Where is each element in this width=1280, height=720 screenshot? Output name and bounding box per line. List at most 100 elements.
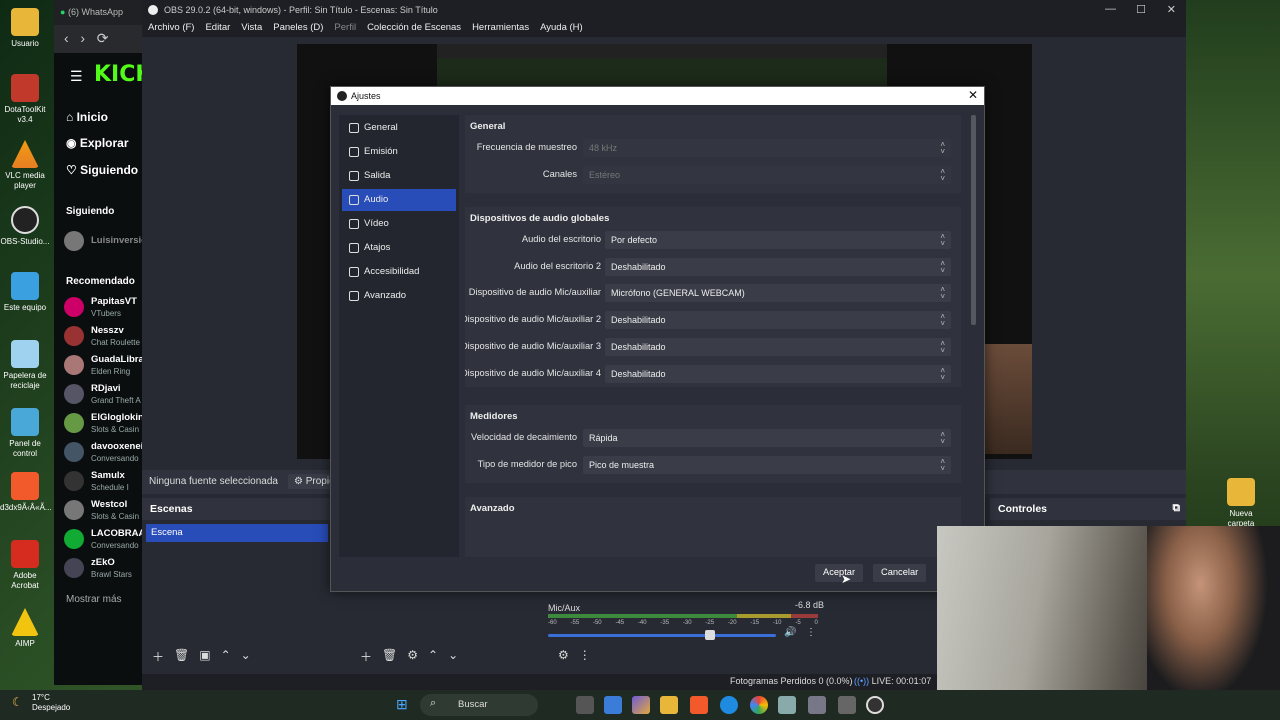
source-settings-icon[interactable]: ⚙	[407, 648, 418, 665]
cancel-button[interactable]: Cancelar	[873, 564, 927, 582]
desktop-icon-aimp[interactable]: AIMP	[0, 608, 50, 649]
obs-taskbar-icon[interactable]	[866, 696, 884, 714]
taskbar-search[interactable]: ⌕ Buscar	[420, 694, 538, 716]
menu-edit[interactable]: Editar	[205, 20, 230, 37]
add-scene-icon[interactable]: ＋	[152, 648, 164, 665]
settings-scrollbar[interactable]	[971, 115, 976, 325]
move-down-icon[interactable]: ⌄	[241, 648, 251, 665]
scene-item[interactable]: Escena	[146, 524, 328, 542]
browser-tab[interactable]: ● (6) WhatsApp	[54, 0, 146, 25]
recommended-channel[interactable]: PapitasVT VTubers	[64, 294, 146, 322]
settings-nav-emisión[interactable]: Emisión	[342, 141, 456, 163]
camera-icon[interactable]	[778, 696, 796, 714]
menu-profile[interactable]: Perfil	[334, 20, 356, 37]
decay-row: Velocidad de decaimiento	[471, 432, 577, 442]
recommended-channel[interactable]: Nesszv Chat Roulette	[64, 323, 146, 351]
chrome-icon[interactable]	[750, 696, 768, 714]
accept-button[interactable]: Aceptar	[815, 564, 864, 582]
move-up-icon[interactable]: ⌃	[428, 648, 438, 665]
move-down-icon[interactable]: ⌄	[448, 648, 458, 665]
recommended-channel[interactable]: RDjavi Grand Theft A	[64, 381, 146, 409]
brave-icon[interactable]	[690, 696, 708, 714]
volume-slider-track[interactable]	[548, 634, 776, 637]
desktop-icon-control-panel[interactable]: Panel de control	[0, 408, 50, 459]
desktop-icon-this-pc[interactable]: Este equipo	[0, 272, 50, 313]
menu-view[interactable]: Vista	[241, 20, 262, 37]
settings-nav-accesibilidad[interactable]: Accesibilidad	[342, 261, 456, 283]
recommended-channel[interactable]: Samulx Schedule I	[64, 468, 146, 496]
file-explorer-icon[interactable]	[660, 696, 678, 714]
copilot-icon[interactable]	[632, 696, 650, 714]
show-more-link[interactable]: Mostrar más	[66, 594, 122, 605]
remove-scene-icon[interactable]: 🗑	[174, 648, 189, 665]
menu-help[interactable]: Ayuda (H)	[540, 20, 583, 37]
remove-source-icon[interactable]: 🗑	[382, 648, 397, 665]
menu-tools[interactable]: Herramientas	[472, 20, 529, 37]
menu-file[interactable]: Archivo (F)	[148, 20, 194, 37]
settings-nav-atajos[interactable]: Atajos	[342, 237, 456, 259]
app-icon[interactable]	[838, 696, 856, 714]
audio-device-select[interactable]: Deshabilitado ˄ ˅	[605, 337, 951, 356]
settings-nav-salida[interactable]: Salida	[342, 165, 456, 187]
settings-nav-vídeo[interactable]: Vídeo	[342, 213, 456, 235]
maximize-icon[interactable]: ☐	[1136, 3, 1146, 16]
weather-widget[interactable]: ☾ 17°C Despejado	[12, 693, 70, 713]
channels-select[interactable]: Estéreo ˄ ˅	[583, 166, 951, 184]
add-source-icon[interactable]: ＋	[360, 648, 372, 665]
menu-docks[interactable]: Paneles (D)	[273, 20, 323, 37]
reload-icon[interactable]: ⟳	[97, 30, 109, 46]
browser-navbar: ‹ › ⟳	[54, 25, 146, 53]
desktop-icon-dotatoolkit[interactable]: DotaToolKit v3.4	[0, 74, 50, 125]
nav-home[interactable]: ⌂ Inicio	[66, 110, 108, 124]
live-indicator: ((•)) LIVE: 00:01:07	[854, 676, 932, 686]
minimize-icon[interactable]: —	[1105, 3, 1116, 15]
desktop-icon-acrobat[interactable]: Adobe Acrobat	[0, 540, 50, 591]
desktop-icon-recycle-bin[interactable]: Papelera de reciclaje	[0, 340, 50, 391]
peak-meter-select[interactable]: Pico de muestra ˄ ˅	[583, 456, 951, 474]
hamburger-menu-icon[interactable]: ☰	[70, 68, 83, 85]
settings-nav-general[interactable]: General	[342, 117, 456, 139]
audio-device-select[interactable]: Deshabilitado ˄ ˅	[605, 257, 951, 276]
dock-float-icon[interactable]: ⧉	[1173, 502, 1181, 515]
steam-icon[interactable]	[808, 696, 826, 714]
store-icon[interactable]	[604, 696, 622, 714]
recommended-channel[interactable]: zEkO Brawl Stars	[64, 555, 146, 583]
mixer-menu-icon[interactable]: ⋮	[579, 648, 591, 662]
settings-nav-audio[interactable]: Audio	[342, 189, 456, 211]
mixer-source-label: Mic/Aux	[548, 603, 581, 613]
audio-device-select[interactable]: Deshabilitado ˄ ˅	[605, 364, 951, 383]
speaker-icon[interactable]: 🔊	[784, 627, 796, 638]
desktop-icon-obs[interactable]: OBS-Studio...	[0, 206, 50, 247]
kebab-menu-icon[interactable]: ⋮	[806, 627, 816, 638]
nav-explore[interactable]: ◉ Explorar	[66, 136, 129, 150]
recommended-channel[interactable]: GuadaLibra Elden Ring	[64, 352, 146, 380]
move-up-icon[interactable]: ⌃	[221, 648, 231, 665]
forward-icon[interactable]: ›	[80, 30, 85, 46]
settings-nav-avanzado[interactable]: Avanzado	[342, 285, 456, 307]
audio-device-select[interactable]: Deshabilitado ˄ ˅	[605, 311, 951, 330]
close-icon[interactable]: ✕	[1167, 3, 1176, 16]
recommended-channel[interactable]: ElGloglokin Slots & Casin	[64, 410, 146, 438]
menu-scene-collection[interactable]: Colección de Escenas	[367, 20, 461, 37]
recommended-channel[interactable]: Westcol Slots & Casin	[64, 497, 146, 525]
desktop-icon-user[interactable]: Usuario	[0, 8, 50, 49]
recommended-channel[interactable]: davooxenei Conversando	[64, 439, 146, 467]
task-view-icon[interactable]	[576, 696, 594, 714]
desktop-icon-brave-file[interactable]: d3dx9Ã‹Â«Ã...	[0, 472, 52, 513]
desktop-icon-new-folder[interactable]: Nueva carpeta	[1216, 478, 1266, 529]
volume-slider-handle[interactable]	[705, 630, 715, 640]
audio-device-select[interactable]: Por defecto ˄ ˅	[605, 231, 951, 249]
edge-icon[interactable]	[720, 696, 738, 714]
advanced-audio-icon[interactable]: ⚙	[558, 648, 569, 662]
windows-start-icon[interactable]: ⊞	[396, 696, 408, 713]
desktop-icon-vlc[interactable]: VLC media player	[0, 140, 50, 191]
back-icon[interactable]: ‹	[64, 30, 69, 46]
following-channel[interactable]: Luisinversio	[64, 228, 146, 256]
nav-following[interactable]: ♡ Siguiendo	[66, 163, 138, 177]
audio-device-select[interactable]: Micrófono (GENERAL WEBCAM) ˄ ˅	[605, 284, 951, 303]
sample-rate-select[interactable]: 48 kHz ˄ ˅	[583, 139, 951, 157]
decay-rate-select[interactable]: Rápida ˄ ˅	[583, 429, 951, 447]
recommended-channel[interactable]: LACOBRAA Conversando	[64, 526, 146, 554]
scene-filter-icon[interactable]: ▣	[199, 648, 210, 665]
close-icon[interactable]: ✕	[968, 88, 978, 102]
